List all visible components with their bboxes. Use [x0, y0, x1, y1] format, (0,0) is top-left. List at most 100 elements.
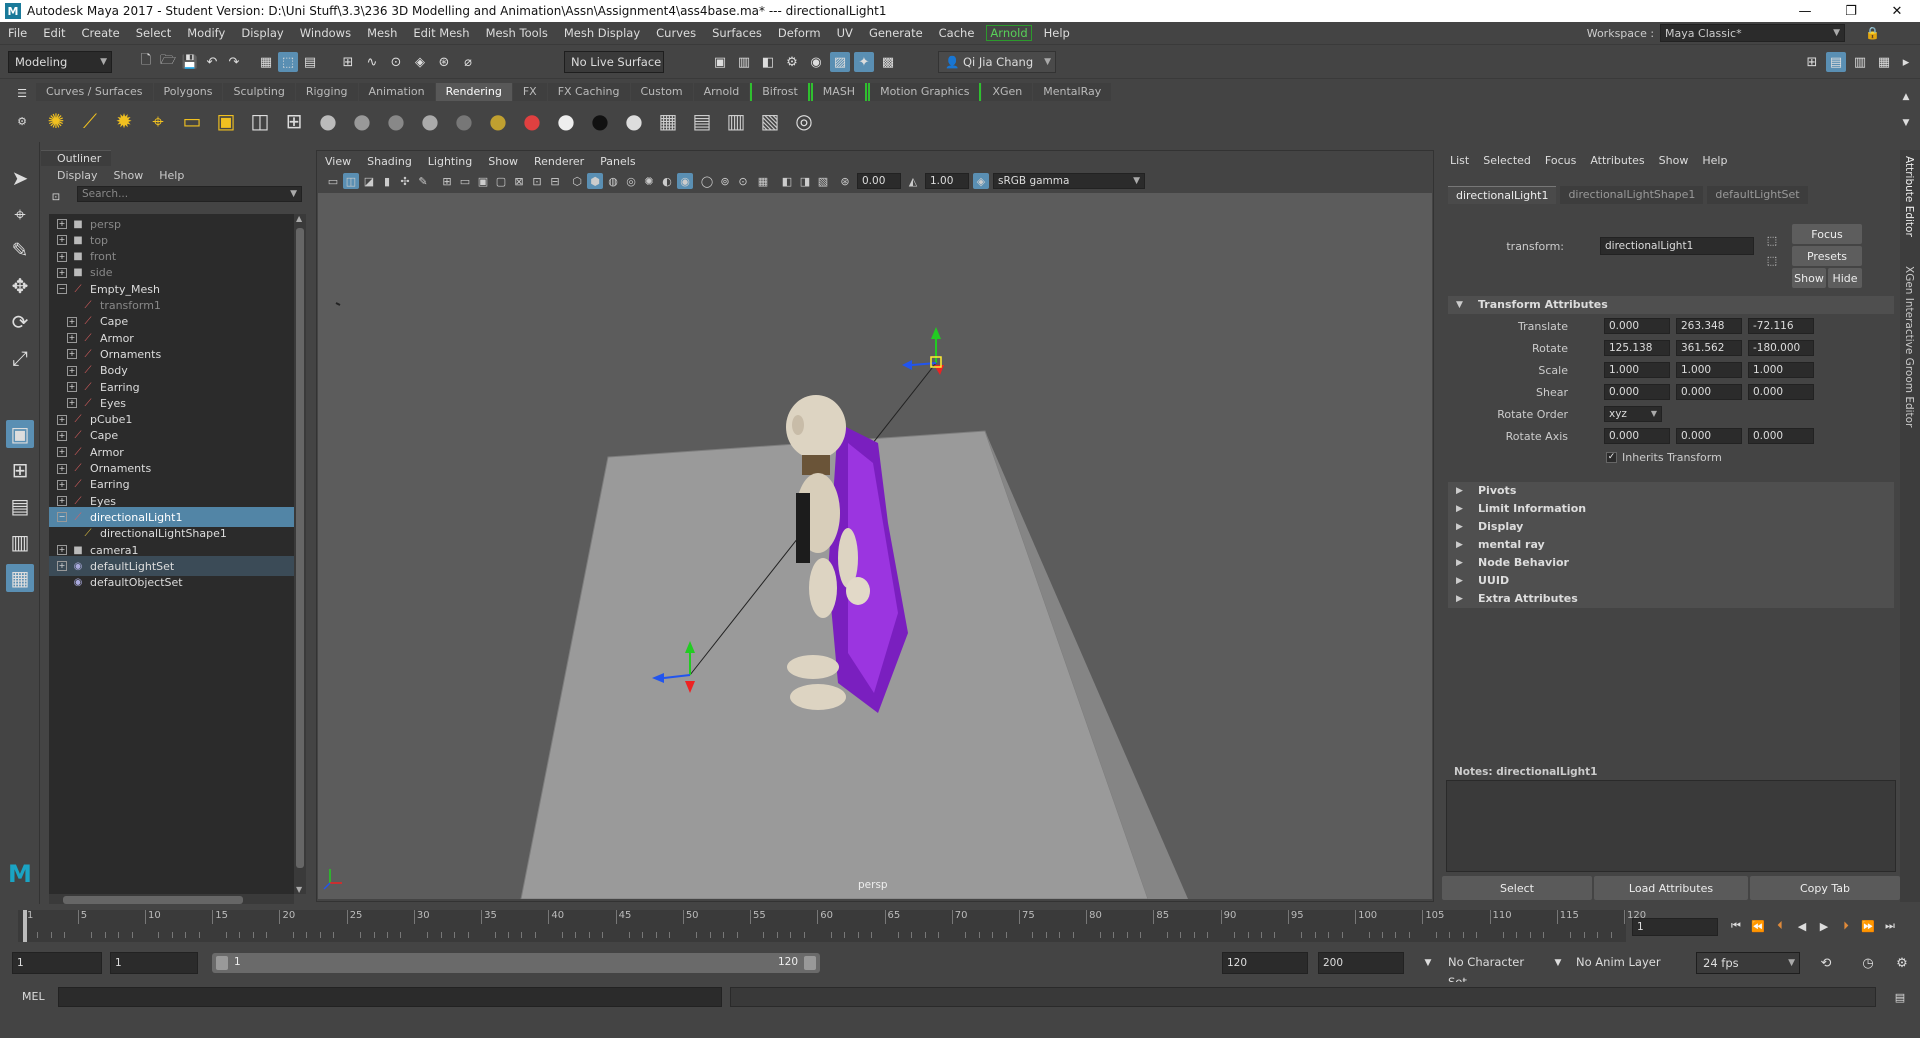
section-display[interactable]: ▶ Display [1448, 518, 1894, 536]
phong-icon[interactable]: ● [382, 107, 410, 135]
blinn-icon[interactable]: ● [314, 107, 342, 135]
motion-blur-icon[interactable]: ▦ [755, 173, 771, 189]
auto-key-icon[interactable]: ◷ [1858, 953, 1878, 973]
shelf-tab-arnold[interactable]: Arnold [693, 83, 750, 101]
use-all-lights-icon[interactable]: ✺ [641, 173, 657, 189]
modeling-toolkit-icon[interactable]: ⊞ [1802, 52, 1822, 72]
expand-icon[interactable]: + [57, 561, 67, 572]
shelf-tab-rigging[interactable]: Rigging [295, 83, 358, 101]
xray-icon[interactable]: ◯ [699, 173, 715, 189]
shelf-tab-animation[interactable]: Animation [358, 83, 435, 101]
status-arrow-icon[interactable]: ▸ [1896, 52, 1916, 72]
translate-x-field[interactable]: 0.000 [1604, 318, 1670, 334]
expand-icon[interactable]: + [57, 430, 67, 441]
ipr-render-icon[interactable]: ◧ [758, 52, 778, 72]
exposure-icon[interactable]: ⊛ [837, 173, 853, 189]
menu-edit-mesh[interactable]: Edit Mesh [405, 26, 477, 40]
outliner-persp-layout-icon[interactable]: ▦ [6, 564, 34, 592]
section-transform-attributes[interactable]: ▼ Transform Attributes [1448, 296, 1894, 314]
menu-help[interactable]: Help [1036, 26, 1078, 40]
search-filter-icon[interactable]: ⊡ [49, 190, 63, 204]
workspace-dropdown[interactable]: Maya Classic* ▼ [1660, 24, 1846, 42]
render-view-icon[interactable]: ▤ [688, 107, 716, 135]
outliner-item[interactable]: ◉ defaultObjectSet [49, 573, 294, 593]
presets-button[interactable]: Presets [1792, 246, 1862, 266]
menu-deform[interactable]: Deform [770, 26, 829, 40]
render-settings-icon[interactable]: ⚙ [782, 52, 802, 72]
rotate-x-field[interactable]: 125.138 [1604, 340, 1670, 356]
copy-tab-button[interactable]: Copy Tab [1750, 876, 1900, 900]
expand-icon[interactable]: + [67, 349, 77, 360]
render-frame-icon[interactable]: ▣ [710, 52, 730, 72]
range-end-handle[interactable] [804, 956, 816, 970]
ipr-render-icon[interactable]: ▥ [722, 107, 750, 135]
notes-textarea[interactable] [1446, 780, 1896, 872]
play-forwards-icon[interactable]: ▶ [1814, 916, 1834, 936]
shelf-menu-icon[interactable]: ☰ [12, 83, 32, 103]
textured-icon[interactable]: ◎ [623, 173, 639, 189]
anim-layer-dropdown[interactable]: No Anim Layer [1570, 952, 1672, 974]
shelf-tab-custom[interactable]: Custom [630, 83, 693, 101]
snap-surface-icon[interactable]: ⊛ [434, 52, 454, 72]
shelf-scroll-up-icon[interactable]: ▲ [1896, 87, 1916, 107]
minimize-icon[interactable]: — [1782, 0, 1828, 22]
step-forward-frame-icon[interactable]: ⏵ [1836, 916, 1856, 936]
maximize-icon[interactable]: ❐ [1828, 0, 1874, 22]
character-set-arrow-icon[interactable]: ▼ [1418, 953, 1438, 973]
render-settings-icon[interactable]: ◎ [790, 107, 818, 135]
shelf-settings-icon[interactable]: ⚙ [12, 111, 32, 131]
menu-mesh[interactable]: Mesh [359, 26, 405, 40]
lock-icon[interactable]: 🔒 [1865, 26, 1880, 40]
gate-mask-icon[interactable]: ▢ [493, 173, 509, 189]
attribute-editor-toggle-icon[interactable]: ▤ [1826, 52, 1846, 72]
lasso-tool-icon[interactable]: ⌖ [6, 200, 34, 228]
translate-y-field[interactable]: 263.348 [1676, 318, 1742, 334]
wireframe-icon[interactable]: ⬡ [569, 173, 585, 189]
select-camera-icon[interactable]: ▭ [325, 173, 341, 189]
wireframe-on-shaded-icon[interactable]: ◍ [605, 173, 621, 189]
move-tool-icon[interactable]: ✥ [6, 272, 34, 300]
xray-joints-icon[interactable]: ⊚ [717, 173, 733, 189]
play-backwards-icon[interactable]: ◀ [1792, 916, 1812, 936]
snap-live-icon[interactable]: ⌀ [458, 52, 478, 72]
viewport-menu-panels[interactable]: Panels [600, 155, 635, 168]
attr-menu-selected[interactable]: Selected [1483, 154, 1531, 167]
new-scene-icon[interactable]: 🗋 [136, 52, 156, 72]
mel-label[interactable]: MEL [22, 990, 45, 1003]
go-to-start-icon[interactable]: ⏮ [1726, 916, 1746, 936]
tool-settings-icon[interactable]: ▥ [1850, 52, 1870, 72]
scale-y-field[interactable]: 1.000 [1676, 362, 1742, 378]
select-hierarchy-icon[interactable]: ▦ [256, 52, 276, 72]
hypershade-icon[interactable]: ◉ [806, 52, 826, 72]
snap-point-icon[interactable]: ⊙ [386, 52, 406, 72]
batch-render-icon[interactable]: ▧ [756, 107, 784, 135]
shelf-tab-curves-surfaces[interactable]: Curves / Surfaces [36, 83, 153, 101]
menu-mesh-display[interactable]: Mesh Display [556, 26, 648, 40]
ramp-shader-icon[interactable]: ● [518, 107, 546, 135]
menu-modify[interactable]: Modify [179, 26, 233, 40]
attr-tab-directionallightshape1[interactable]: directionalLightShape1 [1560, 186, 1704, 204]
outliner-vertical-scrollbar[interactable]: ▲ ▼ [294, 214, 306, 894]
snap-grid-icon[interactable]: ⊞ [338, 52, 358, 72]
script-editor-icon[interactable]: ▤ [1890, 987, 1910, 1007]
shelf-tab-motion-graphics[interactable]: Motion Graphics [868, 83, 982, 101]
lambert-icon[interactable]: ● [348, 107, 376, 135]
outliner-hscroll-thumb[interactable] [63, 896, 243, 904]
animation-start-field[interactable]: 1 [12, 952, 102, 974]
shelf-tab-polygons[interactable]: Polygons [153, 83, 223, 101]
image-plane-icon[interactable]: ▮ [379, 173, 395, 189]
safe-action-icon[interactable]: ⊡ [529, 173, 545, 189]
field-chart-icon[interactable]: ⊠ [511, 173, 527, 189]
collapse-icon[interactable]: − [57, 512, 67, 523]
step-forward-key-icon[interactable]: ⏩ [1858, 916, 1878, 936]
menu-file[interactable]: File [0, 26, 35, 40]
outliner-search-input[interactable]: Search... ▼ [77, 186, 302, 202]
side-tab-xgen-groom[interactable]: XGen Interactive Groom Editor [1903, 266, 1915, 427]
attr-menu-attributes[interactable]: Attributes [1590, 154, 1644, 167]
step-back-key-icon[interactable]: ⏪ [1748, 916, 1768, 936]
spot-light-icon[interactable]: ⌖ [144, 107, 172, 135]
save-scene-icon[interactable]: 💾 [180, 52, 200, 72]
playback-start-field[interactable]: 1 [110, 952, 198, 974]
user-account-dropdown[interactable]: 👤 Qi Jia Chang ▼ [938, 51, 1056, 73]
area-light-icon[interactable]: ▭ [178, 107, 206, 135]
